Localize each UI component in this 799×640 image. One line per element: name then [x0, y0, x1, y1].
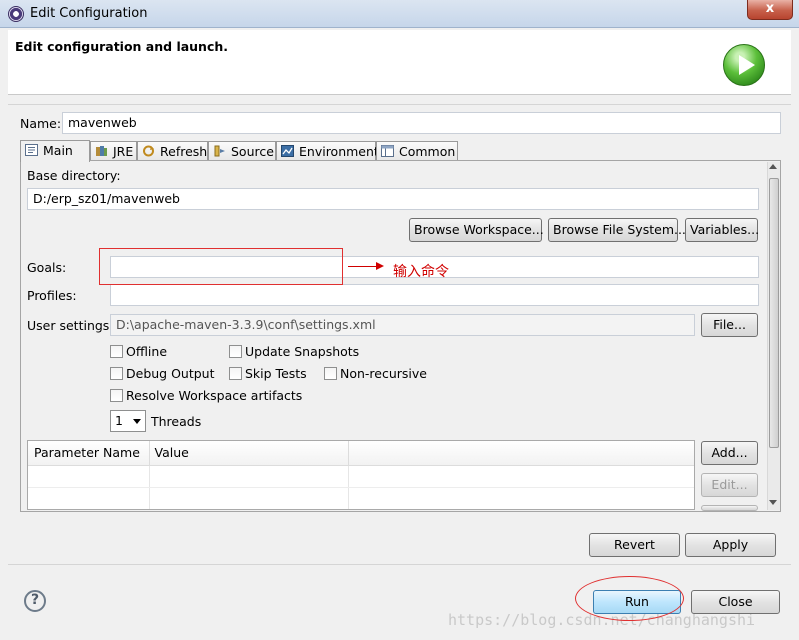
scroll-up-arrow-icon[interactable] — [769, 164, 777, 169]
tab-strip: Main JRE Refresh Source Environment Comm… — [20, 140, 480, 162]
refresh-icon — [142, 145, 156, 157]
common-icon — [381, 145, 395, 157]
checkbox-box[interactable] — [229, 345, 242, 358]
tab-source[interactable]: Source — [208, 141, 276, 161]
skip-tests-checkbox[interactable]: Skip Tests — [229, 366, 307, 381]
threads-value: 1 — [115, 413, 123, 428]
tab-main-label: Main — [43, 143, 73, 158]
table-row[interactable] — [28, 465, 694, 488]
window-title: Edit Configuration — [30, 6, 148, 21]
skip-tests-label: Skip Tests — [245, 366, 307, 381]
non-recursive-checkbox[interactable]: Non-recursive — [324, 366, 427, 381]
goals-label: Goals: — [27, 260, 67, 275]
update-snapshots-checkbox[interactable]: Update Snapshots — [229, 344, 359, 359]
base-directory-input[interactable]: D:/erp_sz01/mavenweb — [27, 188, 759, 210]
tab-environment[interactable]: Environment — [276, 141, 379, 161]
table-cell — [28, 487, 150, 509]
tab-jre-label: JRE — [113, 144, 134, 159]
panel-scrollbar[interactable] — [767, 162, 780, 510]
checkbox-box[interactable] — [324, 367, 337, 380]
footer-divider — [8, 564, 791, 565]
table-cell — [348, 465, 694, 488]
tab-jre[interactable]: JRE — [90, 141, 137, 161]
table-cell — [348, 487, 694, 509]
window-close-button[interactable]: x — [747, 0, 793, 20]
debug-output-checkbox[interactable]: Debug Output — [110, 366, 215, 381]
browse-workspace-button[interactable]: Browse Workspace... — [409, 218, 544, 242]
threads-label: Threads — [151, 414, 202, 429]
source-icon — [213, 145, 227, 157]
offline-checkbox[interactable]: Offline — [110, 344, 167, 359]
run-launch-icon — [723, 44, 765, 86]
resolve-workspace-checkbox[interactable]: Resolve Workspace artifacts — [110, 388, 302, 403]
offline-label: Offline — [126, 344, 168, 359]
name-input[interactable]: mavenweb — [62, 112, 781, 134]
tab-main[interactable]: Main — [20, 140, 90, 162]
remove-button-partial[interactable] — [701, 505, 758, 511]
checkbox-box[interactable] — [110, 345, 123, 358]
chevron-down-icon — [133, 419, 141, 424]
debug-output-label: Debug Output — [126, 366, 215, 381]
page-title: Edit configuration and launch. — [15, 39, 229, 54]
annotation-arrow-icon — [348, 262, 384, 270]
goals-highlight-annotation — [99, 248, 343, 285]
name-label: Name: — [20, 116, 62, 131]
apply-button[interactable]: Apply — [685, 533, 776, 557]
browse-file-system-button[interactable]: Browse File System... — [548, 218, 686, 242]
header-banner: Edit configuration and launch. — [8, 30, 791, 95]
table-cell — [149, 487, 349, 509]
table-cell — [149, 465, 349, 488]
variables-button[interactable]: Variables... — [685, 218, 759, 242]
scrollbar-thumb[interactable] — [769, 178, 779, 448]
checkbox-box[interactable] — [229, 367, 242, 380]
profiles-label: Profiles: — [27, 288, 77, 303]
profiles-input[interactable] — [110, 284, 759, 306]
threads-select[interactable]: 1 — [110, 410, 146, 432]
file-button[interactable]: File... — [701, 313, 758, 337]
column-header-empty — [348, 441, 694, 466]
table-row[interactable] — [28, 487, 694, 509]
jre-icon — [95, 145, 109, 157]
tab-refresh[interactable]: Refresh — [137, 141, 208, 161]
title-bar: Edit Configuration x — [0, 0, 799, 28]
table-cell — [28, 465, 150, 488]
add-button[interactable]: Add... — [701, 441, 758, 465]
column-header-parameter-name[interactable]: Parameter Name — [28, 441, 150, 466]
tab-common[interactable]: Common — [376, 141, 458, 161]
tab-source-label: Source — [231, 144, 274, 159]
column-header-value[interactable]: Value — [149, 441, 349, 466]
revert-button[interactable]: Revert — [589, 533, 680, 557]
eclipse-app-icon — [8, 6, 24, 22]
annotation-text: 输入命令 — [393, 264, 449, 280]
checkbox-box[interactable] — [110, 367, 123, 380]
edit-button[interactable]: Edit... — [701, 473, 758, 497]
user-settings-label: User settings: — [27, 318, 114, 333]
scroll-down-arrow-icon[interactable] — [769, 500, 777, 505]
non-recursive-label: Non-recursive — [340, 366, 427, 381]
main-tab-icon — [25, 144, 39, 156]
update-snapshots-label: Update Snapshots — [245, 344, 360, 359]
tab-environment-label: Environment — [299, 144, 379, 159]
parameters-table[interactable]: Parameter Name Value — [27, 440, 695, 510]
help-icon[interactable]: ? — [24, 590, 46, 612]
checkbox-box[interactable] — [110, 389, 123, 402]
resolve-workspace-label: Resolve Workspace artifacts — [126, 388, 303, 403]
user-settings-input[interactable]: D:\apache-maven-3.3.9\conf\settings.xml — [110, 314, 695, 336]
run-highlight-annotation — [575, 576, 684, 621]
tab-refresh-label: Refresh — [160, 144, 208, 159]
environment-icon — [281, 145, 295, 157]
tab-common-label: Common — [399, 144, 456, 159]
base-directory-label: Base directory: — [27, 168, 121, 183]
close-button[interactable]: Close — [691, 590, 780, 614]
